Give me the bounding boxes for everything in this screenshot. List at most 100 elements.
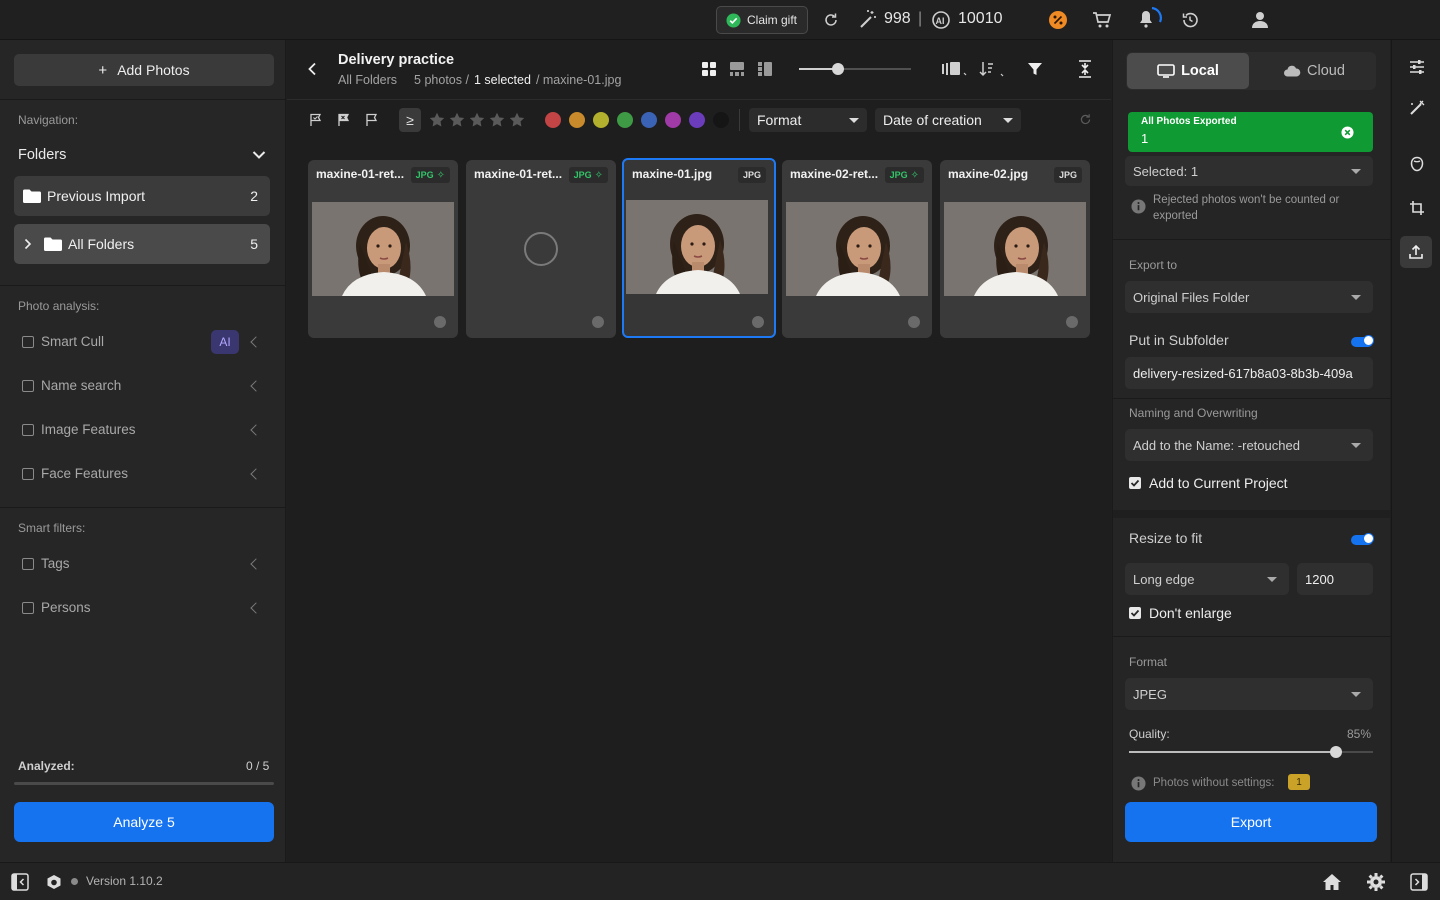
- chevron-left-icon[interactable]: [250, 380, 262, 392]
- collapse-right-panel-icon[interactable]: [1410, 873, 1428, 891]
- tab-local[interactable]: Local: [1127, 53, 1249, 89]
- settings-icon[interactable]: [1366, 872, 1386, 892]
- pick-status-dot[interactable]: [1066, 316, 1078, 328]
- color-label-2[interactable]: [569, 112, 585, 128]
- claim-gift-button[interactable]: Claim gift: [716, 6, 808, 34]
- star-icon[interactable]: [469, 112, 485, 128]
- breadcrumb-root[interactable]: All Folders: [338, 73, 397, 87]
- analyze-button[interactable]: Analyze 5: [14, 802, 274, 842]
- pick-status-dot[interactable]: [592, 316, 604, 328]
- photo-card[interactable]: maxine-01-ret... JPG ✧: [308, 160, 458, 338]
- grid-view-icon[interactable]: [701, 61, 717, 77]
- subfolder-input[interactable]: delivery-resized-617b8a03-8b3b-409a: [1125, 357, 1373, 389]
- chevron-left-icon[interactable]: [250, 602, 262, 614]
- color-label-3[interactable]: [593, 112, 609, 128]
- pick-status-dot[interactable]: [752, 316, 764, 328]
- pick-status-dot[interactable]: [908, 316, 920, 328]
- star-icon[interactable]: [449, 112, 465, 128]
- reset-filters-icon[interactable]: [1079, 113, 1092, 126]
- dont-enlarge-checkbox[interactable]: [1129, 607, 1141, 619]
- image-features-option[interactable]: Image Features: [22, 422, 136, 437]
- account-icon[interactable]: [1251, 11, 1269, 29]
- photo-card[interactable]: maxine-01-ret... JPG ✧: [466, 160, 616, 338]
- export-button[interactable]: Export: [1125, 802, 1377, 842]
- chevron-left-icon[interactable]: [250, 336, 262, 348]
- folders-toggle[interactable]: Folders: [18, 147, 266, 163]
- add-photos-button[interactable]: + Add Photos: [14, 54, 274, 86]
- color-label-1[interactable]: [545, 112, 561, 128]
- color-label-5[interactable]: [641, 112, 657, 128]
- star-icon[interactable]: [489, 112, 505, 128]
- format-dropdown-export[interactable]: JPEG: [1125, 678, 1373, 710]
- crop-icon[interactable]: [1409, 200, 1425, 216]
- export-tool-button[interactable]: [1400, 236, 1432, 268]
- persons-checkbox[interactable]: [22, 601, 34, 614]
- export-to-dropdown[interactable]: Original Files Folder: [1125, 281, 1373, 313]
- filter-icon[interactable]: [1027, 61, 1043, 77]
- back-icon[interactable]: [307, 62, 317, 76]
- smart-cull-option[interactable]: Smart Cull: [22, 334, 104, 349]
- retouch-brush-icon[interactable]: [1409, 100, 1425, 116]
- cart-icon[interactable]: [1092, 10, 1112, 30]
- chevron-left-icon[interactable]: [250, 424, 262, 436]
- discount-icon[interactable]: [1048, 10, 1068, 30]
- star-icon[interactable]: [509, 112, 525, 128]
- resize-toggle[interactable]: [1351, 533, 1374, 545]
- sort-icon[interactable]: [979, 60, 1007, 78]
- subfolder-toggle[interactable]: [1351, 335, 1374, 347]
- color-label-7[interactable]: [689, 112, 705, 128]
- color-label-8[interactable]: [713, 112, 729, 128]
- add-to-project-option[interactable]: Add to Current Project: [1129, 475, 1288, 491]
- selection-dropdown[interactable]: Selected: 1: [1125, 156, 1373, 186]
- pick-status-dot[interactable]: [434, 316, 446, 328]
- history-icon[interactable]: [1181, 11, 1199, 29]
- rating-stars[interactable]: [429, 112, 525, 128]
- close-icon[interactable]: [1341, 126, 1354, 139]
- star-icon[interactable]: [429, 112, 445, 128]
- home-icon[interactable]: [1322, 873, 1342, 891]
- photo-card[interactable]: maxine-02.jpg JPG: [940, 160, 1090, 338]
- naming-dropdown[interactable]: Add to the Name: -retouched: [1125, 429, 1373, 461]
- format-dropdown[interactable]: Format: [749, 108, 867, 132]
- smart-cull-checkbox[interactable]: [22, 335, 34, 348]
- face-retouch-icon[interactable]: [1409, 156, 1425, 172]
- rating-operator[interactable]: ≥: [399, 108, 421, 132]
- chevron-left-icon[interactable]: [250, 558, 262, 570]
- sort-dropdown[interactable]: Date of creation: [875, 108, 1021, 132]
- face-features-checkbox[interactable]: [22, 467, 34, 480]
- sidebar-item-all-folders[interactable]: All Folders 5: [14, 224, 270, 264]
- notifications-icon[interactable]: [1135, 6, 1163, 32]
- reject-flag-icon[interactable]: [337, 113, 351, 127]
- name-search-option[interactable]: Name search: [22, 378, 121, 393]
- adjustments-icon[interactable]: [1409, 59, 1425, 75]
- resize-mode-dropdown[interactable]: Long edge: [1125, 563, 1289, 595]
- collapse-icon[interactable]: [1077, 60, 1093, 78]
- tags-filter[interactable]: Tags: [22, 556, 70, 571]
- refresh-icon[interactable]: [823, 12, 839, 28]
- photo-card[interactable]: maxine-01.jpg JPG: [622, 158, 776, 338]
- photo-card[interactable]: maxine-02-ret... JPG ✧: [782, 160, 932, 338]
- persons-filter[interactable]: Persons: [22, 600, 91, 615]
- face-features-option[interactable]: Face Features: [22, 466, 128, 481]
- color-label-6[interactable]: [665, 112, 681, 128]
- filmstrip-view-icon[interactable]: [729, 61, 745, 77]
- name-search-checkbox[interactable]: [22, 379, 34, 392]
- tab-cloud[interactable]: Cloud: [1253, 53, 1375, 89]
- add-to-project-checkbox[interactable]: [1129, 477, 1141, 489]
- stack-icon[interactable]: [941, 61, 969, 77]
- resize-value-input[interactable]: 1200: [1297, 563, 1373, 595]
- image-features-checkbox[interactable]: [22, 423, 34, 436]
- quality-slider-handle[interactable]: [1330, 746, 1343, 758]
- dont-enlarge-option[interactable]: Don't enlarge: [1129, 605, 1232, 621]
- tags-checkbox[interactable]: [22, 557, 34, 570]
- sidebar-item-previous-import[interactable]: Previous Import 2: [14, 176, 270, 216]
- unflagged-icon[interactable]: [365, 113, 379, 127]
- collapse-left-panel-icon[interactable]: [11, 873, 29, 891]
- thumbnail-size-handle[interactable]: [832, 63, 844, 75]
- color-label-4[interactable]: [617, 112, 633, 128]
- chevron-left-icon[interactable]: [250, 468, 262, 480]
- chevron-right-icon[interactable]: [24, 238, 32, 250]
- compare-view-icon[interactable]: [757, 61, 773, 77]
- pick-flag-icon[interactable]: [309, 113, 323, 127]
- photo-thumbnail: [312, 202, 454, 296]
